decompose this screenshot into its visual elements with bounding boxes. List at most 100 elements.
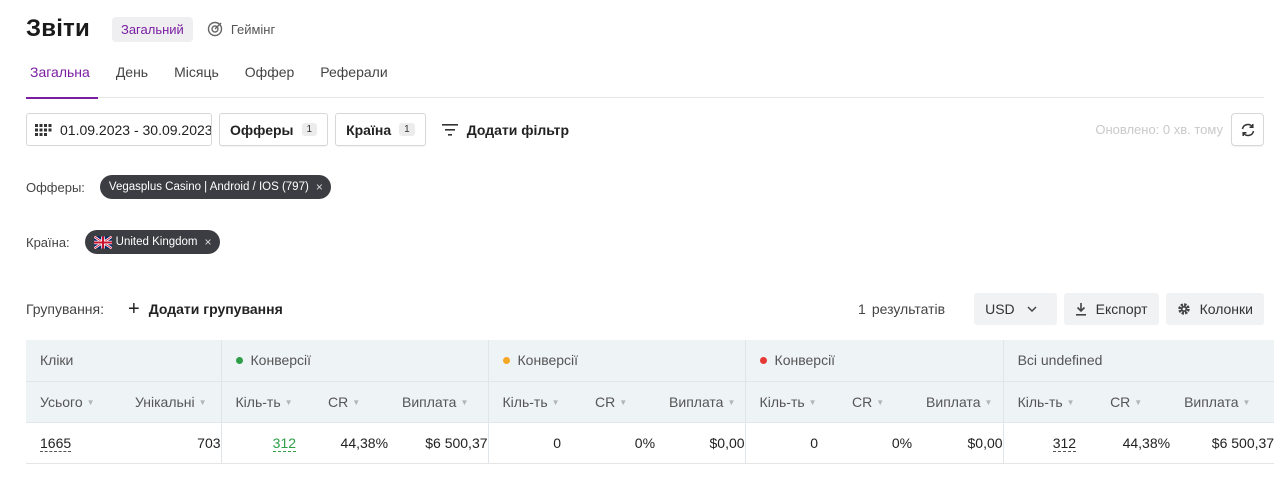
filter-bar: 01.09.2023 - 30.09.2023 Офферы 1 Країна …: [26, 113, 1264, 146]
column-header[interactable]: Кіль-ть ▼: [744, 381, 839, 423]
sort-caret-icon: ▼: [619, 398, 628, 408]
download-icon: [1075, 303, 1086, 316]
target-icon: [207, 21, 223, 37]
tab-general[interactable]: Загальна: [26, 56, 98, 99]
date-range-picker[interactable]: 01.09.2023 - 30.09.2023: [26, 113, 212, 146]
offer-chip[interactable]: Vegasplus Casino | Android / IOS (797) ×: [99, 175, 331, 199]
approved-count-link[interactable]: 312: [272, 434, 297, 452]
country-chip[interactable]: United Kingdom ×: [84, 230, 220, 254]
tab-day[interactable]: День: [112, 56, 152, 98]
tab-month[interactable]: Місяць: [170, 56, 223, 98]
status-dot-red: [759, 357, 767, 365]
all-count-link[interactable]: 312: [1052, 434, 1077, 452]
close-icon[interactable]: ×: [205, 235, 212, 249]
sort-caret-icon: ▼: [198, 398, 207, 408]
grouping-label: Групування:: [26, 301, 105, 317]
export-label: Експорт: [1095, 301, 1148, 317]
column-label: Виплата: [669, 393, 724, 410]
column-label: Кіль-ть: [1017, 393, 1063, 410]
table-row: 1665 703 312 44,38% $6 500,37 0 0% $0,00…: [26, 422, 1275, 464]
table-cell: 312: [1002, 422, 1097, 464]
clicks-total-link[interactable]: 1665: [40, 434, 72, 452]
sort-caret-icon: ▼: [876, 398, 885, 408]
column-header[interactable]: Кіль-ть ▼: [487, 381, 582, 423]
group-header-conversions-pending: Конверсії: [487, 340, 746, 382]
gaming-label: Геймінг: [230, 21, 276, 37]
table-cell: 0%: [838, 422, 913, 464]
currency-select[interactable]: USD: [974, 293, 1057, 325]
column-label: Кіль-ть: [759, 393, 805, 410]
date-range-value: 01.09.2023 - 30.09.2023: [60, 121, 212, 138]
results-count: 1 результатів: [858, 301, 945, 317]
add-grouping-button[interactable]: + Додати групування: [128, 299, 283, 319]
results-label: результатів: [871, 301, 946, 317]
results-number: 1: [858, 301, 866, 317]
gaming-link[interactable]: Геймінг: [207, 21, 275, 37]
column-header[interactable]: Кіль-ть ▼: [1002, 381, 1097, 423]
group-label: Конверсії: [250, 352, 312, 369]
page-header: Звіти Загальний Геймінг: [26, 14, 275, 44]
column-label: Виплата: [926, 393, 981, 410]
country-filter-button[interactable]: Країна 1: [335, 113, 426, 146]
sort-caret-icon: ▼: [1134, 398, 1143, 408]
group-header-row: Кліки Конверсії Конверсії Конверсії Всі …: [26, 340, 1275, 382]
sort-caret-icon: ▼: [551, 398, 560, 408]
country-chip-label: Країна:: [26, 234, 70, 250]
column-header[interactable]: CR ▼: [838, 381, 913, 423]
column-label: Кіль-ть: [235, 393, 281, 410]
refresh-button[interactable]: [1231, 113, 1264, 146]
uk-flag-icon: [93, 235, 112, 249]
calendar-grid-icon: [35, 123, 52, 136]
refresh-icon: [1241, 123, 1254, 136]
table-cell: 44,38%: [314, 422, 389, 464]
tab-offer[interactable]: Оффер: [241, 56, 299, 98]
table-cell: $0,00: [655, 422, 746, 464]
column-label: Виплата: [1184, 393, 1239, 410]
column-header[interactable]: Кіль-ть ▼: [220, 381, 315, 423]
tab-referrals[interactable]: Реферали: [316, 56, 391, 98]
group-label: Кліки: [40, 352, 74, 369]
report-table: Кліки Конверсії Конверсії Конверсії Всі …: [26, 340, 1275, 464]
sort-caret-icon: ▼: [352, 398, 361, 408]
filter-lines-icon: [441, 123, 458, 136]
column-label: CR: [595, 393, 616, 410]
general-badge[interactable]: Загальний: [111, 16, 193, 42]
offers-filter-label: Офферы: [230, 121, 294, 138]
add-filter-label: Додати фільтр: [466, 121, 570, 138]
plus-icon: +: [128, 298, 140, 320]
status-dot-orange: [502, 357, 510, 365]
add-filter-button[interactable]: Додати фільтр: [441, 121, 570, 138]
column-label: Унікальні: [135, 393, 195, 410]
group-header-conversions-approved: Конверсії: [220, 340, 489, 382]
column-header[interactable]: CR ▼: [1096, 381, 1171, 423]
offers-filter-button[interactable]: Офферы 1: [219, 113, 329, 146]
column-header-row: Усього ▼ Унікальні ▼ Кіль-ть ▼ CR ▼ Виплата ▼…: [26, 381, 1275, 423]
columns-button[interactable]: Колонки: [1165, 293, 1264, 325]
country-filter-label: Країна: [346, 121, 392, 138]
column-header[interactable]: Усього ▼: [26, 381, 121, 423]
group-label: Конверсії: [774, 352, 836, 369]
table-cell: $6 500,37: [388, 422, 489, 464]
column-header[interactable]: Виплата ▼: [912, 381, 1004, 423]
column-header[interactable]: Виплата ▼: [1170, 381, 1275, 423]
close-icon[interactable]: ×: [316, 180, 323, 194]
status-dot-green: [235, 357, 243, 365]
country-filter-count: 1: [399, 123, 415, 136]
table-cell: 703: [121, 422, 222, 464]
column-header[interactable]: Виплата ▼: [655, 381, 746, 423]
column-header[interactable]: CR ▼: [314, 381, 389, 423]
column-header[interactable]: Виплата ▼: [388, 381, 489, 423]
offers-chip-label: Офферы:: [26, 179, 85, 195]
export-button[interactable]: Експорт: [1063, 293, 1159, 325]
add-grouping-label: Додати групування: [148, 301, 283, 317]
column-label: Виплата: [402, 393, 457, 410]
table-cell: 0: [487, 422, 582, 464]
sort-caret-icon: ▼: [86, 398, 95, 408]
group-label: Всі undefined: [1017, 352, 1103, 369]
offers-chip-row: Офферы: Vegasplus Casino | Android / IOS…: [26, 175, 331, 199]
column-header[interactable]: CR ▼: [581, 381, 656, 423]
sort-caret-icon: ▼: [1242, 398, 1251, 408]
column-header[interactable]: Унікальні ▼: [121, 381, 222, 423]
group-header-all: Всі undefined: [1002, 340, 1275, 382]
sort-caret-icon: ▼: [727, 398, 736, 408]
